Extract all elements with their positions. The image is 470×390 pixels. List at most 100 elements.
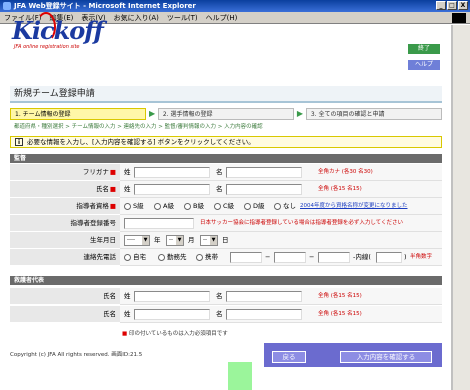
- menu-help[interactable]: ヘルプ(H): [206, 12, 238, 23]
- radio-b[interactable]: [184, 203, 191, 210]
- radio-work-label: 勤務先: [167, 253, 187, 261]
- birth-year-select[interactable]: ---- ▼: [124, 235, 150, 246]
- row-license: 指導者登録番号 日本サッカー協会に指導者登録している場合は指導者登録を必ず入力し…: [10, 215, 442, 232]
- windows-logo-icon: [452, 13, 466, 23]
- chevron-down-icon: ▼: [142, 236, 149, 245]
- furigana-mei-input[interactable]: [226, 167, 302, 178]
- rep-name-label: 氏名: [10, 288, 120, 305]
- window-titlebar: JFA Web登録サイト - Microsoft Internet Explor…: [0, 0, 470, 12]
- row-rep-name-2: 氏名 姓 名 全角 (各15 名15): [10, 306, 442, 323]
- radio-s-label: S級: [133, 202, 144, 210]
- phone-ext-input[interactable]: [376, 252, 402, 263]
- site-logo[interactable]: Kickoff: [12, 16, 104, 45]
- section-header-coach: 監督: [10, 154, 442, 163]
- phone-label: 連絡先電話: [10, 249, 120, 266]
- rep-1-note: 全角 (各15 名15): [318, 293, 362, 299]
- radio-home-label: 自宅: [133, 253, 146, 261]
- row-furigana: フリガナ■ 姓 名 全角カナ (各30 名30): [10, 164, 442, 181]
- step-arrow-icon: ▶: [148, 109, 156, 118]
- row-qualification: 指導者資格■ S級 A級 B級 C級 D級 なし 2004年度から資格名称が変更…: [10, 198, 442, 215]
- rep-2-mei-input[interactable]: [226, 309, 302, 320]
- birth-day-select[interactable]: -- ▼: [200, 235, 218, 246]
- furigana-label: フリガナ■: [10, 164, 120, 181]
- radio-a-label: A級: [163, 202, 174, 210]
- sei-label: 姓: [124, 310, 131, 318]
- radio-d[interactable]: [244, 203, 251, 210]
- rep-1-sei-input[interactable]: [134, 291, 210, 302]
- name-mei-input[interactable]: [226, 184, 302, 195]
- radio-s[interactable]: [124, 203, 131, 210]
- required-footnote: ■ 印の付いているものは入力必須項目です: [122, 331, 228, 337]
- menu-tools[interactable]: ツール(T): [167, 12, 198, 23]
- dash-label: −: [265, 253, 271, 261]
- minimize-button[interactable]: _: [436, 1, 446, 10]
- license-label: 指導者登録番号: [10, 215, 120, 232]
- radio-work[interactable]: [158, 254, 165, 261]
- birth-month-select[interactable]: -- ▼: [166, 235, 184, 246]
- info-notice: i 必要な情報を入力し、[入力内容を確認する] ボタンをクリックしてください。: [10, 136, 442, 148]
- breadcrumb: 都道府県・種別選択 > チーム情報の入力 > 連絡先の入力 > 監督/審判情報の…: [14, 124, 263, 130]
- chevron-down-icon: ▼: [176, 236, 183, 245]
- name-label: 氏名■: [10, 181, 120, 198]
- step-2: 2. 選手情報の登録: [157, 108, 295, 120]
- phone-1-input[interactable]: [230, 252, 262, 263]
- menu-favorites[interactable]: お気に入り(A): [114, 12, 159, 23]
- month-label: 月: [188, 236, 195, 244]
- rep-name-label: 氏名: [10, 306, 120, 323]
- window-title: JFA Web登録サイト - Microsoft Internet Explor…: [14, 2, 196, 10]
- radio-b-label: B級: [193, 202, 204, 210]
- radio-none[interactable]: [274, 203, 281, 210]
- logout-button[interactable]: 終了: [408, 44, 440, 54]
- row-phone: 連絡先電話 自宅 勤務先 携帯 − − -内線( ) 半角数字: [10, 249, 442, 266]
- ext-label: -内線(: [353, 253, 371, 261]
- radio-mobile[interactable]: [196, 254, 203, 261]
- step-indicator: 1. チーム情報の登録 ▶ 2. 選手情報の登録 ▶ 3. 全ての項目の確認と申…: [10, 108, 442, 120]
- name-note: 全角 (各15 名15): [318, 186, 362, 192]
- step-1: 1. チーム情報の登録: [10, 108, 147, 120]
- radio-c[interactable]: [214, 203, 221, 210]
- info-icon: i: [15, 138, 23, 146]
- sei-label: 姓: [124, 168, 131, 176]
- radio-none-label: なし: [283, 202, 296, 210]
- section-header-rep: 救護者代表: [10, 276, 442, 285]
- mei-label: 名: [216, 292, 223, 300]
- ext-close-label: ): [404, 253, 407, 261]
- day-label: 日: [222, 236, 229, 244]
- step-3: 3. 全ての項目の確認と申請: [305, 108, 442, 120]
- close-button[interactable]: X: [458, 1, 468, 10]
- back-button[interactable]: 戻る: [272, 351, 306, 363]
- rep-2-sei-input[interactable]: [134, 309, 210, 320]
- help-button[interactable]: ヘルプ: [408, 60, 440, 70]
- status-block: [228, 362, 252, 390]
- radio-d-label: D級: [253, 202, 265, 210]
- mei-label: 名: [216, 310, 223, 318]
- phone-3-input[interactable]: [318, 252, 350, 263]
- license-number-input[interactable]: [124, 218, 194, 229]
- furigana-note: 全角カナ (各30 名30): [318, 169, 373, 175]
- maximize-button[interactable]: □: [447, 1, 457, 10]
- phone-note: 半角数字: [410, 254, 433, 260]
- name-sei-input[interactable]: [134, 184, 210, 195]
- mei-label: 名: [216, 168, 223, 176]
- row-birthdate: 生年月日 ---- ▼ 年 -- ▼ 月 -- ▼ 日: [10, 232, 442, 249]
- vertical-scrollbar[interactable]: [452, 25, 470, 390]
- radio-c-label: C級: [223, 202, 235, 210]
- year-label: 年: [154, 236, 161, 244]
- chevron-down-icon: ▼: [210, 236, 217, 245]
- birthdate-label: 生年月日: [10, 232, 120, 249]
- phone-2-input[interactable]: [274, 252, 306, 263]
- furigana-sei-input[interactable]: [134, 167, 210, 178]
- qualification-change-link[interactable]: 2004年度から資格名称が変更になりました: [300, 198, 408, 215]
- logo-subtitle: JFA online registration site: [14, 44, 80, 50]
- rep-1-mei-input[interactable]: [226, 291, 302, 302]
- mei-label: 名: [216, 185, 223, 193]
- notice-text: 必要な情報を入力し、[入力内容を確認する] ボタンをクリックしてください。: [27, 138, 255, 146]
- confirm-button[interactable]: 入力内容を確認する: [340, 351, 432, 363]
- sei-label: 姓: [124, 292, 131, 300]
- radio-a[interactable]: [154, 203, 161, 210]
- rep-2-note: 全角 (各15 名15): [318, 311, 362, 317]
- radio-mobile-label: 携帯: [205, 253, 218, 261]
- sei-label: 姓: [124, 185, 131, 193]
- qualification-label: 指導者資格■: [10, 198, 120, 215]
- radio-home[interactable]: [124, 254, 131, 261]
